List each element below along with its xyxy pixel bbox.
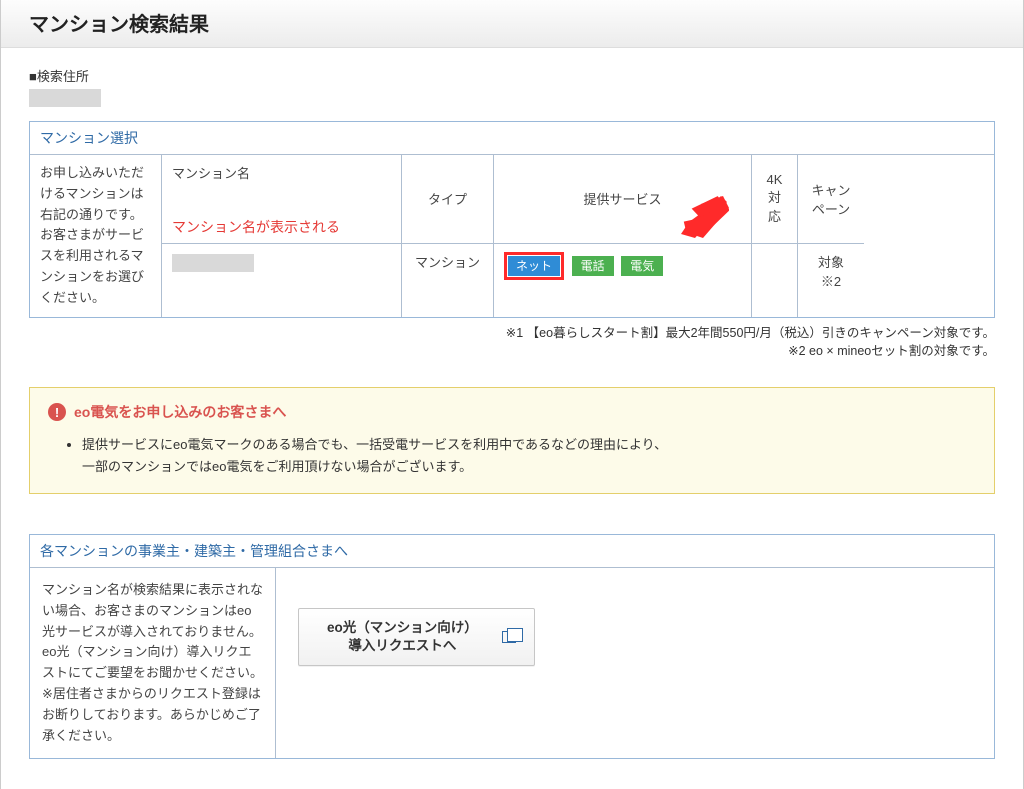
external-link-icon xyxy=(502,631,516,643)
mansion-selection-table: お申し込みいただけるマンションは右記の通りです。お客さまがサービスを利用されるマ… xyxy=(30,155,994,317)
warning-title: ! eo電気をお申し込みのお客さまへ xyxy=(48,402,976,422)
page-title: マンション検索結果 xyxy=(29,8,995,37)
col-header-campaign: キャンペーン xyxy=(798,155,864,244)
footnote-1: ※1 【eo暮らしスタート割】最大2年間550円/月（税込）引きのキャンペーン対… xyxy=(29,324,995,343)
warning-bullet: 提供サービスにeo電気マークのある場合でも、一括受電サービスを利用中であるなどの… xyxy=(82,434,976,477)
mansion-selection-heading: マンション選択 xyxy=(30,122,994,155)
col-header-services: 提供サービス xyxy=(494,155,752,244)
arrow-annotation-icon xyxy=(671,194,729,243)
search-address-redacted xyxy=(29,89,101,107)
col-header-4k: 4K 対応 xyxy=(752,155,798,244)
search-address-label: ■検索住所 xyxy=(29,66,995,85)
col-header-mansion-name-text: マンション名 xyxy=(172,166,250,181)
footnotes: ※1 【eo暮らしスタート割】最大2年間550円/月（税込）引きのキャンペーン対… xyxy=(29,324,995,362)
warning-box: ! eo電気をお申し込みのお客さまへ 提供サービスにeo電気マークのある場合でも… xyxy=(29,387,995,494)
service-badge-elec: 電気 xyxy=(621,256,663,276)
col-header-services-text: 提供サービス xyxy=(583,189,661,208)
mansion-selection-section: マンション選択 お申し込みいただけるマンションは右記の通りです。お客さまがサービ… xyxy=(29,121,995,318)
service-badge-tel: 電話 xyxy=(572,256,614,276)
selection-instructions: お申し込みいただけるマンションは右記の通りです。お客さまがサービスを利用されるマ… xyxy=(30,155,162,317)
type-cell: マンション xyxy=(402,244,494,317)
request-intro-button[interactable]: eo光（マンション向け） 導入リクエストへ xyxy=(298,608,535,666)
owners-heading: 各マンションの事業主・建築主・管理組合さまへ xyxy=(30,535,994,568)
col-header-mansion-name: マンション名 マンション名が表示される xyxy=(162,155,402,244)
col-header-type: タイプ xyxy=(402,155,494,244)
owners-instructions: マンション名が検索結果に表示されない場合、お客さまのマンションはeo光サービスが… xyxy=(30,568,276,758)
warning-icon: ! xyxy=(48,403,66,421)
page-title-bar: マンション検索結果 xyxy=(1,0,1023,48)
services-cell: ネット 電話 電気 xyxy=(494,244,752,317)
4k-cell xyxy=(752,244,798,317)
mansion-name-cell[interactable] xyxy=(162,244,402,317)
campaign-cell: 対象※2 xyxy=(798,244,864,317)
warning-title-text: eo電気をお申し込みのお客さまへ xyxy=(74,402,286,422)
owners-section: 各マンションの事業主・建築主・管理組合さまへ マンション名が検索結果に表示されな… xyxy=(29,534,995,759)
service-net-highlight: ネット xyxy=(504,252,564,280)
service-badge-net: ネット xyxy=(508,256,560,276)
mansion-name-annotation: マンション名が表示される xyxy=(172,217,340,237)
request-button-line1: eo光（マンション向け） xyxy=(327,619,478,637)
mansion-name-redacted xyxy=(172,254,254,272)
footnote-2: ※2 eo × mineoセット割の対象です。 xyxy=(29,342,995,361)
